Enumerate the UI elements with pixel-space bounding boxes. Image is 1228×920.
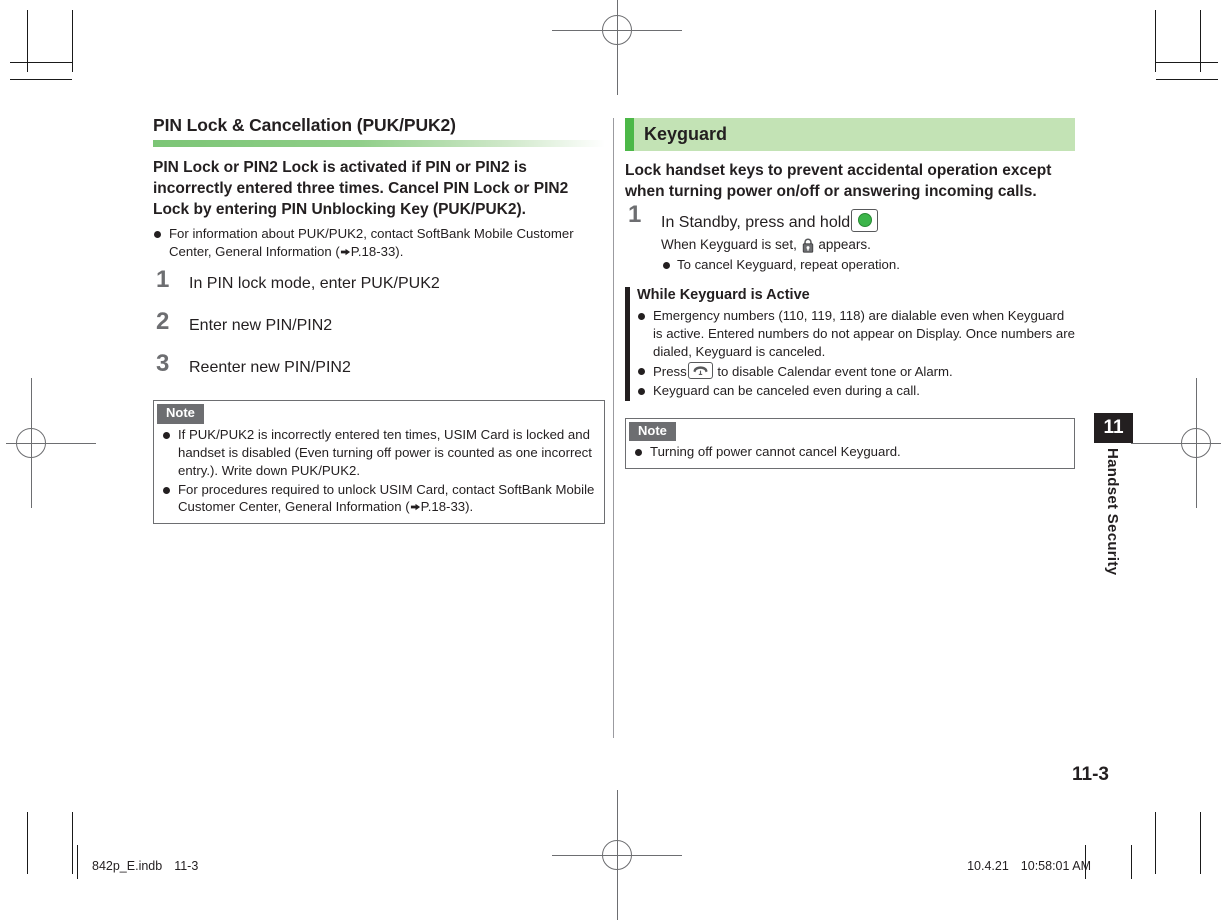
title-underline-rule bbox=[153, 140, 605, 147]
footer-page-ref: 11-3 bbox=[174, 859, 199, 873]
note-item: If PUK/PUK2 is incorrectly entered ten t… bbox=[162, 426, 596, 480]
active-item-text-after: to disable Calendar event tone or Alarm. bbox=[717, 363, 953, 379]
step-number: 1 bbox=[628, 200, 642, 228]
left-steps-list: 1 In PIN lock mode, enter PUK/PUK2 2 Ent… bbox=[153, 268, 605, 386]
step-text: Reenter new PIN/PIN2 bbox=[189, 359, 351, 377]
step-number: 3 bbox=[156, 350, 170, 378]
page-title: PIN Lock & Cancellation (PUK/PUK2) bbox=[153, 115, 456, 135]
step-text: Enter new PIN/PIN2 bbox=[189, 317, 333, 335]
footer-date: 10.4.21 bbox=[967, 859, 1009, 873]
keyguard-title: Keyguard bbox=[644, 124, 728, 144]
header-accent-bar bbox=[625, 118, 634, 151]
page-reference-icon bbox=[340, 245, 351, 256]
keyguard-section-header: Keyguard bbox=[625, 118, 1075, 151]
left-bullet-tail: ). bbox=[395, 243, 404, 259]
right-column: Keyguard Lock handset keys to prevent ac… bbox=[625, 118, 1075, 470]
footer-time: 10:58:01 AM bbox=[1020, 859, 1091, 873]
bullet-dot-icon bbox=[638, 387, 645, 395]
footer-timestamp: 10.4.21 10:58:01 AM bbox=[967, 859, 1091, 873]
right-note-body: Turning off power cannot cancel Keyguard… bbox=[626, 443, 1074, 461]
step-number: 1 bbox=[156, 266, 170, 294]
page-reference-icon bbox=[410, 500, 421, 511]
page-number: 11-3 bbox=[1072, 764, 1109, 785]
active-item-text: Keyguard can be canceled even during a c… bbox=[653, 382, 920, 398]
note-tag-label: Note bbox=[157, 404, 204, 424]
note-item: For procedures required to unlock USIM C… bbox=[162, 481, 596, 517]
left-bullet-ref: P.18-33 bbox=[350, 243, 396, 259]
active-block-title: While Keyguard is Active bbox=[637, 287, 810, 304]
bullet-dot-icon bbox=[154, 230, 161, 238]
bullet-dot-icon bbox=[635, 449, 642, 457]
keyguard-substep: When Keyguard is set, appears. bbox=[661, 236, 1075, 255]
left-bullet-item: For information about PUK/PUK2, contact … bbox=[153, 225, 605, 261]
note-item-ref: P.18-33 bbox=[420, 499, 466, 515]
left-note-box: Note If PUK/PUK2 is incorrectly entered … bbox=[153, 400, 605, 525]
step-item: 2 Enter new PIN/PIN2 bbox=[153, 310, 605, 344]
note-tag-label: Note bbox=[629, 421, 676, 442]
bullet-dot-icon bbox=[163, 431, 170, 439]
active-item: Press to disable Calendar event tone or … bbox=[637, 361, 1075, 381]
chapter-label: Handset Security bbox=[1104, 448, 1121, 576]
note-item-text: Turning off power cannot cancel Keyguard… bbox=[650, 444, 901, 460]
keyguard-step-item: 1 In Standby, press and hold When Keygua… bbox=[625, 202, 1075, 274]
active-item: Emergency numbers (110, 119, 118) are di… bbox=[637, 307, 1075, 361]
footer-file-name: 842p_E.indb bbox=[92, 859, 163, 873]
while-keyguard-active-block: While Keyguard is Active Emergency numbe… bbox=[625, 286, 1075, 401]
keyguard-sub-bullet: To cancel Keyguard, repeat operation. bbox=[661, 256, 1075, 274]
note-item-text: If PUK/PUK2 is incorrectly entered ten t… bbox=[178, 426, 592, 478]
keyguard-lead-paragraph: Lock handset keys to prevent accidental … bbox=[625, 162, 1052, 200]
keyguard-sub-bullet-text: To cancel Keyguard, repeat operation. bbox=[677, 256, 900, 272]
note-item: Turning off power cannot cancel Keyguard… bbox=[634, 443, 1066, 461]
note-item-tail: ). bbox=[465, 499, 474, 515]
active-block-accent-bar bbox=[625, 287, 630, 401]
document-page: PIN Lock & Cancellation (PUK/PUK2) PIN L… bbox=[0, 0, 1228, 886]
active-item-text-before: Press bbox=[653, 363, 687, 379]
active-item: Keyguard can be canceled even during a c… bbox=[637, 382, 1075, 400]
footer-rule-left bbox=[77, 845, 78, 879]
bullet-dot-icon bbox=[638, 367, 645, 375]
substep-text-before: When Keyguard is set, bbox=[661, 236, 797, 252]
substep-text-after: appears. bbox=[818, 236, 871, 252]
step-item: 1 In PIN lock mode, enter PUK/PUK2 bbox=[153, 268, 605, 302]
chapter-number-tab: 11 bbox=[1094, 413, 1133, 443]
right-note-box: Note Turning off power cannot cancel Key… bbox=[625, 417, 1075, 470]
footer-file-info: 842p_E.indb 11-3 bbox=[92, 859, 198, 873]
column-divider bbox=[613, 118, 614, 738]
step-number: 2 bbox=[156, 308, 170, 336]
end-call-key-icon bbox=[687, 361, 713, 379]
step-item: 3 Reenter new PIN/PIN2 bbox=[153, 352, 605, 386]
bullet-dot-icon bbox=[638, 313, 645, 321]
lock-icon bbox=[802, 238, 814, 253]
step-text: In PIN lock mode, enter PUK/PUK2 bbox=[189, 275, 440, 293]
left-note-body: If PUK/PUK2 is incorrectly entered ten t… bbox=[154, 426, 604, 517]
left-column: PIN Lock & Cancellation (PUK/PUK2) PIN L… bbox=[153, 115, 605, 525]
bullet-dot-icon bbox=[163, 486, 170, 494]
footer-rule-right-outer bbox=[1131, 845, 1132, 879]
note-item-text: For procedures required to unlock USIM C… bbox=[178, 481, 595, 515]
step-text: In Standby, press and hold bbox=[661, 213, 851, 231]
left-lead-paragraph: PIN Lock or PIN2 Lock is activated if PI… bbox=[153, 159, 569, 218]
bullet-dot-icon bbox=[663, 261, 670, 269]
active-item-text: Emergency numbers (110, 119, 118) are di… bbox=[653, 308, 1075, 359]
center-key-icon bbox=[851, 208, 879, 232]
